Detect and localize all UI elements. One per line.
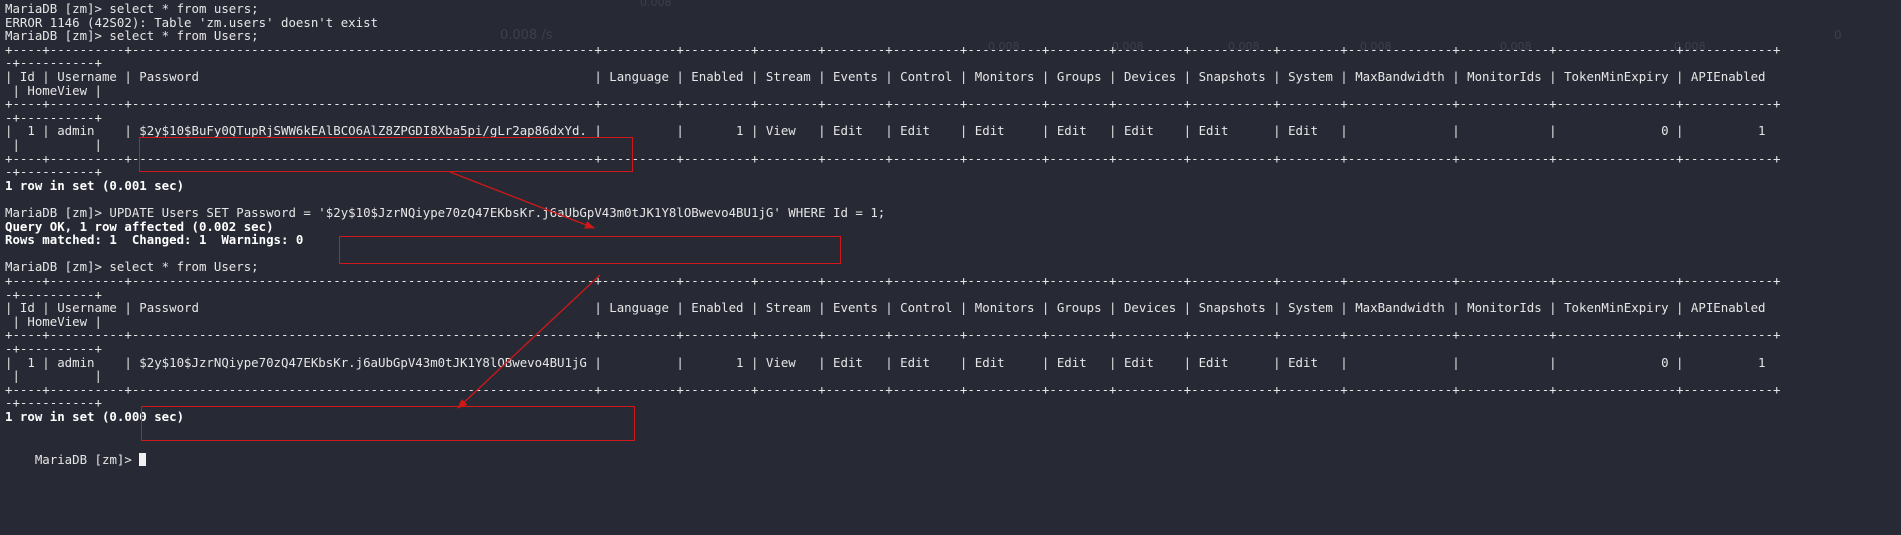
terminal-line: | Id | Username | Password | Language | … xyxy=(5,300,1766,316)
terminal-line: | Id | Username | Password | Language | … xyxy=(5,69,1766,84)
terminal-line: | 1 | admin | $2y$10$JzrNQiype70zQ47EKbs… xyxy=(5,354,1766,370)
text-cursor xyxy=(139,453,147,467)
old-hash-highlight-box xyxy=(139,137,633,172)
new-hash-highlight-box xyxy=(141,406,635,441)
ghost-rate-label: 0.008 /s xyxy=(500,28,553,43)
ghost-corner-zero: 0 xyxy=(1834,28,1842,42)
terminal-window[interactable]: 0.008 /s 0.008 0.008 0.008 0.008 0.008 0… xyxy=(0,0,1901,535)
terminal-line: 1 row in set (0.001 sec) xyxy=(5,177,185,193)
current-prompt-line[interactable]: MariaDB [zm]> xyxy=(5,436,147,467)
prompt-text: MariaDB [zm]> xyxy=(34,452,140,468)
terminal-line: Rows matched: 1 Changed: 1 Warnings: 0 xyxy=(5,232,304,248)
terminal-line: +----+----------+-----------------------… xyxy=(5,381,1781,397)
terminal-line: +----+----------+-----------------------… xyxy=(5,327,1781,343)
update-hash-highlight-box xyxy=(339,236,841,264)
terminal-line: +----+----------+-----------------------… xyxy=(5,96,1781,112)
ghost-small-label: 0.008 xyxy=(640,0,672,9)
terminal-line: +----+----------+-----------------------… xyxy=(5,273,1781,288)
terminal-line: +----+----------+-----------------------… xyxy=(5,41,1781,57)
